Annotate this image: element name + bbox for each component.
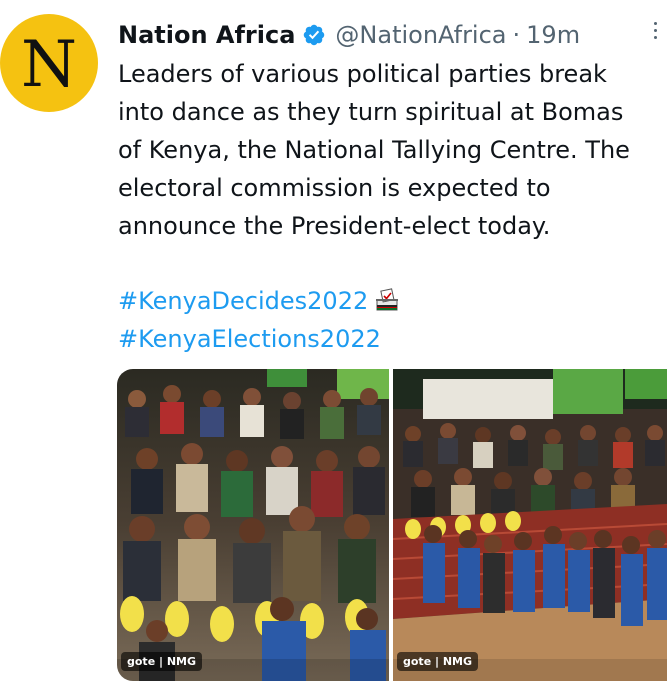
photo-credit: gote | NMG bbox=[121, 652, 203, 671]
media-gallery: gote | NMG gote | NMG bbox=[117, 369, 667, 681]
separator-dot: · bbox=[512, 21, 521, 49]
photo-crowd-dancing[interactable]: gote | NMG bbox=[117, 369, 389, 681]
timestamp[interactable]: 19m bbox=[526, 21, 580, 49]
hashtags: #KenyaDecides2022 #KenyaElections2022 bbox=[118, 282, 400, 358]
avatar[interactable]: N bbox=[0, 14, 98, 112]
user-handle[interactable]: @NationAfrica bbox=[335, 21, 506, 49]
tweet-text-line: of Kenya, the National Tallying Centre. … bbox=[118, 136, 630, 164]
photo-image bbox=[393, 369, 667, 681]
ballot-box-icon bbox=[376, 288, 399, 311]
hashtag-link[interactable]: #KenyaElections2022 bbox=[118, 320, 400, 358]
hashtag-link[interactable]: #KenyaDecides2022 bbox=[118, 287, 368, 315]
tweet-text-line: announce the President-elect today. bbox=[118, 212, 551, 240]
verified-badge-icon bbox=[304, 24, 325, 46]
photo-image bbox=[117, 369, 389, 681]
tweet-header: Nation Africa @NationAfrica · 19m bbox=[118, 18, 580, 52]
avatar-logo-letter: N bbox=[21, 28, 77, 102]
display-name[interactable]: Nation Africa bbox=[118, 21, 295, 49]
photo-credit: gote | NMG bbox=[397, 652, 479, 671]
tweet-text: Leaders of various political parties bre… bbox=[118, 55, 658, 245]
photo-tallying-centre[interactable]: gote | NMG bbox=[393, 369, 667, 681]
tweet-text-line: Leaders of various political parties bre… bbox=[118, 60, 607, 88]
tweet-text-line: into dance as they turn spiritual at Bom… bbox=[118, 98, 624, 126]
tweet-text-line: electoral commission is expected to bbox=[118, 174, 551, 202]
more-options-icon[interactable] bbox=[651, 22, 659, 39]
